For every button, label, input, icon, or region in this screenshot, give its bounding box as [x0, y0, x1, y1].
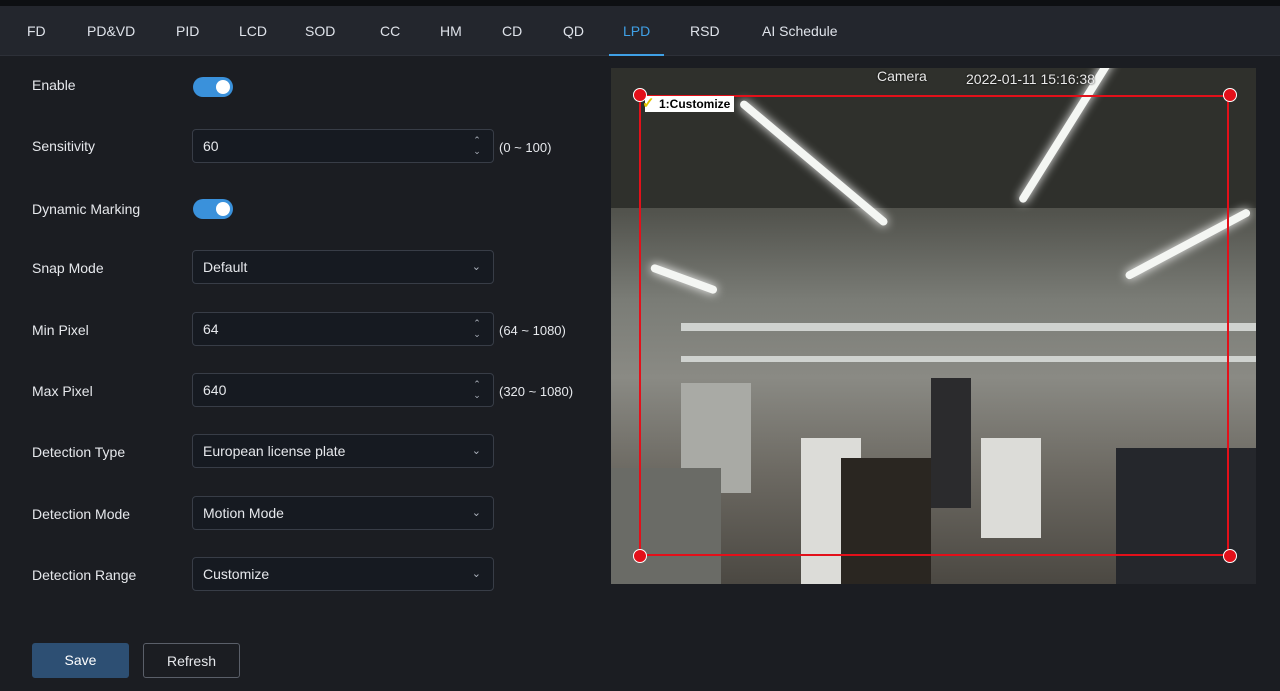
chevron-down-icon[interactable]: ⌄ — [471, 329, 483, 340]
snap-mode-label: Snap Mode — [32, 260, 104, 276]
feature-tab-bar: FD PD&VD PID LCD SOD CC HM CD QD LPD RSD… — [0, 0, 1280, 56]
tab-qd[interactable]: QD — [563, 6, 584, 56]
tab-sod[interactable]: SOD — [305, 6, 335, 56]
toggle-knob — [216, 80, 230, 94]
chevron-up-icon[interactable]: ⌃ — [471, 379, 483, 390]
chevron-down-icon: ⌄ — [471, 568, 481, 580]
detection-range-value: Customize — [203, 566, 270, 582]
timestamp: 2022-01-11 15:16:38 — [966, 71, 1095, 87]
chevron-down-icon[interactable]: ⌄ — [471, 390, 483, 401]
tab-lcd[interactable]: LCD — [239, 6, 267, 56]
detection-range-label: Detection Range — [32, 567, 137, 583]
dynamic-marking-label: Dynamic Marking — [32, 201, 141, 217]
detection-range-select[interactable]: Customize ⌄ — [192, 557, 494, 591]
chevron-down-icon[interactable]: ⌄ — [471, 146, 483, 157]
region-handle-bottom-left[interactable] — [633, 549, 647, 563]
save-button[interactable]: Save — [32, 643, 129, 678]
tab-rsd[interactable]: RSD — [690, 6, 720, 56]
detection-region[interactable] — [639, 95, 1229, 556]
detection-type-select[interactable]: European license plate ⌄ — [192, 434, 494, 468]
region-label: 1:Customize — [645, 96, 735, 112]
tab-cd[interactable]: CD — [502, 6, 522, 56]
min-pixel-stepper[interactable]: ⌃ ⌄ — [471, 318, 483, 340]
min-pixel-range: (64 ~ 1080) — [499, 323, 566, 338]
camera-preview[interactable]: Camera 2022-01-11 15:16:38 1:Customize ✓ — [611, 68, 1256, 584]
min-pixel-value: 64 — [203, 321, 219, 337]
min-pixel-label: Min Pixel — [32, 322, 89, 338]
sensitivity-input[interactable]: 60 ⌃ ⌄ — [192, 129, 494, 163]
region-handle-top-left[interactable] — [633, 88, 647, 102]
max-pixel-input[interactable]: 640 ⌃ ⌄ — [192, 373, 494, 407]
max-pixel-label: Max Pixel — [32, 383, 93, 399]
chevron-down-icon: ⌄ — [471, 261, 481, 273]
region-handle-bottom-right[interactable] — [1223, 549, 1237, 563]
min-pixel-input[interactable]: 64 ⌃ ⌄ — [192, 312, 494, 346]
detection-mode-value: Motion Mode — [203, 505, 284, 521]
max-pixel-stepper[interactable]: ⌃ ⌄ — [471, 379, 483, 401]
detection-type-label: Detection Type — [32, 444, 126, 460]
max-pixel-range: (320 ~ 1080) — [499, 384, 574, 399]
sensitivity-value: 60 — [203, 138, 219, 154]
toggle-knob — [216, 202, 230, 216]
detection-mode-select[interactable]: Motion Mode ⌄ — [192, 496, 494, 530]
chevron-up-icon[interactable]: ⌃ — [471, 318, 483, 329]
region-handle-top-right[interactable] — [1223, 88, 1237, 102]
sensitivity-range: (0 ~ 100) — [499, 140, 552, 155]
camera-name: Camera — [877, 68, 927, 84]
max-pixel-value: 640 — [203, 382, 227, 398]
tab-lpd[interactable]: LPD — [608, 6, 665, 56]
tab-hm[interactable]: HM — [440, 6, 462, 56]
sensitivity-stepper[interactable]: ⌃ ⌄ — [471, 135, 483, 157]
chevron-down-icon: ⌄ — [471, 445, 481, 457]
chevron-down-icon: ⌄ — [471, 507, 481, 519]
tab-ai-schedule[interactable]: AI Schedule — [762, 6, 838, 56]
tab-pid[interactable]: PID — [176, 6, 199, 56]
enable-toggle[interactable] — [193, 77, 233, 97]
tab-cc[interactable]: CC — [380, 6, 400, 56]
refresh-button[interactable]: Refresh — [143, 643, 240, 678]
dynamic-marking-toggle[interactable] — [193, 199, 233, 219]
tab-pd-vd[interactable]: PD&VD — [87, 6, 135, 56]
snap-mode-value: Default — [203, 259, 248, 275]
detection-type-value: European license plate — [203, 443, 346, 459]
enable-label: Enable — [32, 77, 76, 93]
sensitivity-label: Sensitivity — [32, 138, 96, 154]
tab-fd[interactable]: FD — [27, 6, 46, 56]
snap-mode-select[interactable]: Default ⌄ — [192, 250, 494, 284]
detection-mode-label: Detection Mode — [32, 506, 131, 522]
chevron-up-icon[interactable]: ⌃ — [471, 135, 483, 146]
